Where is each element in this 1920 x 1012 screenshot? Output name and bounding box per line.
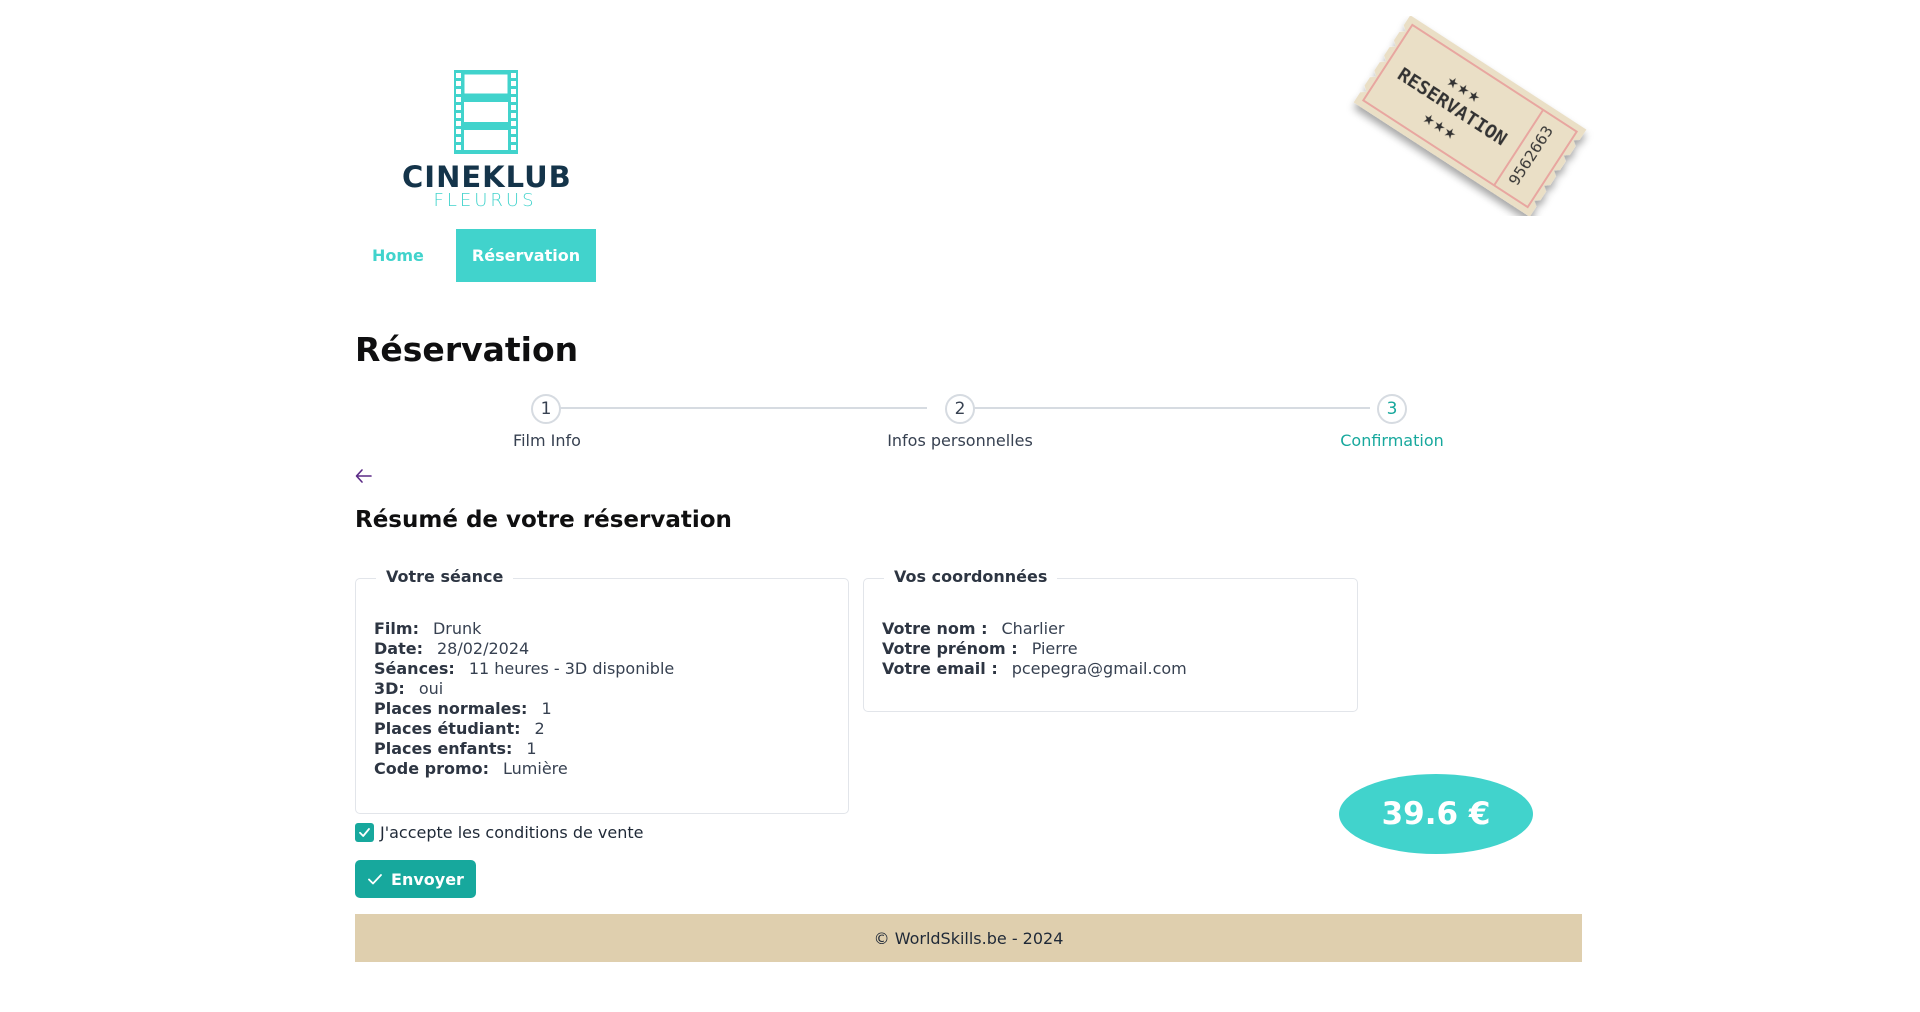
footer: © WorldSkills.be - 2024 (355, 914, 1582, 962)
summary-title: Résumé de votre réservation (355, 507, 732, 533)
coordonnees-row-email: Votre email : pcepegra@gmail.com (882, 659, 1187, 678)
coordonnees-legend: Vos coordonnées (884, 567, 1058, 586)
envoyer-label: Envoyer (391, 869, 464, 889)
step-connector (959, 407, 1370, 409)
step-connector (546, 407, 927, 409)
main-nav: Home Réservation (356, 229, 597, 282)
coordonnees-row-nom: Votre nom : Charlier (882, 619, 1065, 638)
back-arrow-icon[interactable] (354, 466, 374, 486)
nav-home[interactable]: Home (356, 229, 440, 282)
terms-row: J'accepte les conditions de vente (355, 823, 643, 842)
brand-city: FLEURUS (433, 190, 537, 211)
checkmark-icon (359, 828, 370, 837)
brand-name: CINEKLUB (402, 160, 572, 194)
seance-legend: Votre séance (376, 567, 514, 586)
step-3-label: Confirmation (1340, 431, 1444, 450)
envoyer-button[interactable]: Envoyer (355, 860, 476, 898)
seance-row-places-enfants: Places enfants: 1 (374, 739, 537, 758)
step-1-circle[interactable]: 1 (531, 394, 561, 424)
page-title: Réservation (355, 330, 579, 369)
coordonnees-fieldset: Vos coordonnées Votre nom : Charlier Votr… (863, 567, 1358, 712)
step-1-label: Film Info (513, 431, 581, 450)
check-icon (368, 874, 382, 885)
terms-label[interactable]: J'accepte les conditions de vente (380, 823, 643, 842)
step-2-circle[interactable]: 2 (945, 394, 975, 424)
site-logo[interactable]: CINEKLUB FLEURUS (402, 66, 572, 212)
film-strip-icon (454, 70, 518, 154)
seance-row-film: Film: Drunk (374, 619, 482, 638)
terms-checkbox[interactable] (355, 823, 374, 842)
seance-row-code-promo: Code promo: Lumière (374, 759, 568, 778)
total-price-badge: 39.6 € (1339, 774, 1533, 854)
seance-row-seances: Séances: 11 heures - 3D disponible (374, 659, 675, 678)
coordonnees-row-prenom: Votre prénom : Pierre (882, 639, 1078, 658)
footer-copyright: © WorldSkills.be - 2024 (873, 928, 1064, 948)
reservation-ticket-image: ★★★ RESERVATION ★★★ 9562663 (1340, 15, 1600, 217)
seance-fieldset: Votre séance Film: Drunk Date: 28/02/2024 … (355, 567, 849, 814)
seance-row-date: Date: 28/02/2024 (374, 639, 530, 658)
seance-row-places-etudiant: Places étudiant: 2 (374, 719, 545, 738)
nav-reservation[interactable]: Réservation (455, 229, 597, 282)
reservation-stepper: 1 2 3 Film Info Infos personnelles Confi… (355, 388, 1581, 458)
seance-row-places-normales: Places normales: 1 (374, 699, 552, 718)
step-2-label: Infos personnelles (887, 431, 1033, 450)
step-3-circle[interactable]: 3 (1377, 394, 1407, 424)
seance-row-3d: 3D: oui (374, 679, 444, 698)
